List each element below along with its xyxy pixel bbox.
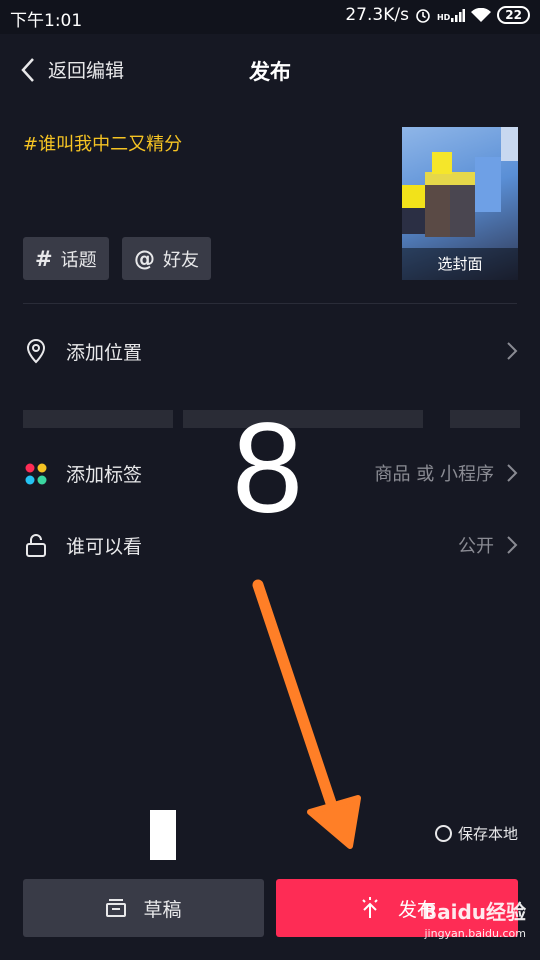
draft-box-icon [106,899,127,917]
signal-bars-icon [451,9,466,22]
chevron-right-icon [507,464,518,482]
divider [23,303,517,304]
caption-text[interactable]: #谁叫我中二又精分 [23,130,182,156]
status-right: 27.3K/s HD 22 [345,5,530,25]
status-time: 下午1:01 [10,11,83,31]
topic-button-label: 话题 [60,249,97,271]
cover-pixel [425,185,450,237]
page-title: 发布 [249,60,291,84]
mention-friend-button[interactable]: @ 好友 [122,237,211,280]
at-sign-icon: @ [134,246,155,271]
redacted-location-suggestion [23,410,173,428]
save-local-label: 保存本地 [457,825,518,843]
network-speed: 27.3K/s [345,5,409,25]
status-bar: 下午1:01 27.3K/s HD 22 [0,0,540,34]
cover-pixel [501,127,518,161]
cover-pixel [432,152,452,174]
baidu-watermark: Baidu经验 jingyan.baidu.com [422,896,526,940]
cover-thumbnail[interactable]: 选封面 [402,127,518,280]
save-local-toggle[interactable]: 保存本地 [434,823,518,844]
radio-unchecked-icon [434,825,452,842]
cover-pixel [402,208,425,234]
publish-upload-icon [362,897,378,918]
baidu-brand: Baidu经验 [421,900,526,924]
nav-bar: 返回编辑 发布 [0,34,540,104]
cover-pixel [450,185,475,237]
add-tag-value: 商品 或 小程序 [374,464,494,485]
location-pin-icon [26,338,46,364]
topic-button[interactable]: # 话题 [23,237,109,280]
unlock-icon [26,534,46,557]
redaction-block [150,810,176,860]
chevron-right-icon [507,342,518,360]
baidu-url: jingyan.baidu.com [424,927,526,940]
visibility-label: 谁可以看 [66,535,143,558]
tutorial-step-number: 8 [232,397,304,540]
add-location-row[interactable]: 添加位置 [0,326,540,376]
add-tag-label: 添加标签 [66,463,143,486]
redacted-location-suggestion [450,410,520,428]
wifi-icon [471,7,492,22]
draft-button-label: 草稿 [143,898,182,921]
add-location-label: 添加位置 [66,341,143,364]
signal-hd-icon: HD [436,8,466,22]
chevron-right-icon [507,536,518,554]
hashtag-icon: # [35,246,53,271]
cover-pixel [402,185,425,208]
signal-hd-label: HD [436,13,451,22]
battery-indicator: 22 [497,6,530,24]
choose-cover-label: 选封面 [402,248,518,280]
colorful-dots-icon [25,463,47,485]
cover-pixel [475,157,501,212]
visibility-value: 公开 [458,536,494,557]
alarm-icon [416,9,430,23]
mention-friend-label: 好友 [163,249,199,271]
draft-button[interactable]: 草稿 [23,879,264,937]
